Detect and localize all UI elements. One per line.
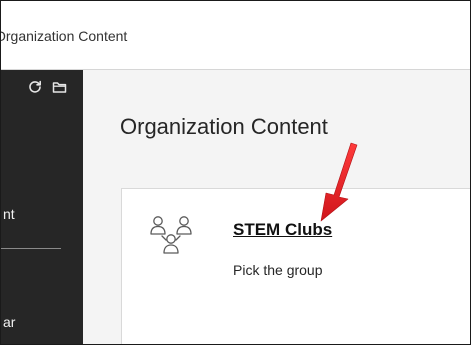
group-description: Pick the group [233,262,323,278]
sidebar-divider [1,248,61,249]
browser-frame: Organization Content nt ar Organization … [0,0,471,345]
group-card: STEM Clubs Pick the group [121,188,470,344]
group-link-stem-clubs[interactable]: STEM Clubs [233,220,332,240]
page-header: Organization Content [0,1,470,70]
header-title: Organization Content [0,28,128,44]
main-content: Organization Content STEM Clubs Pick the… [83,70,470,344]
sidebar: nt ar [1,70,83,344]
refresh-icon[interactable] [28,80,42,94]
sidebar-item-content[interactable]: nt [3,206,15,222]
page-title: Organization Content [120,114,328,139]
group-icon [147,214,197,256]
folder-icon[interactable] [52,80,67,94]
sidebar-item-calendar[interactable]: ar [3,314,15,330]
